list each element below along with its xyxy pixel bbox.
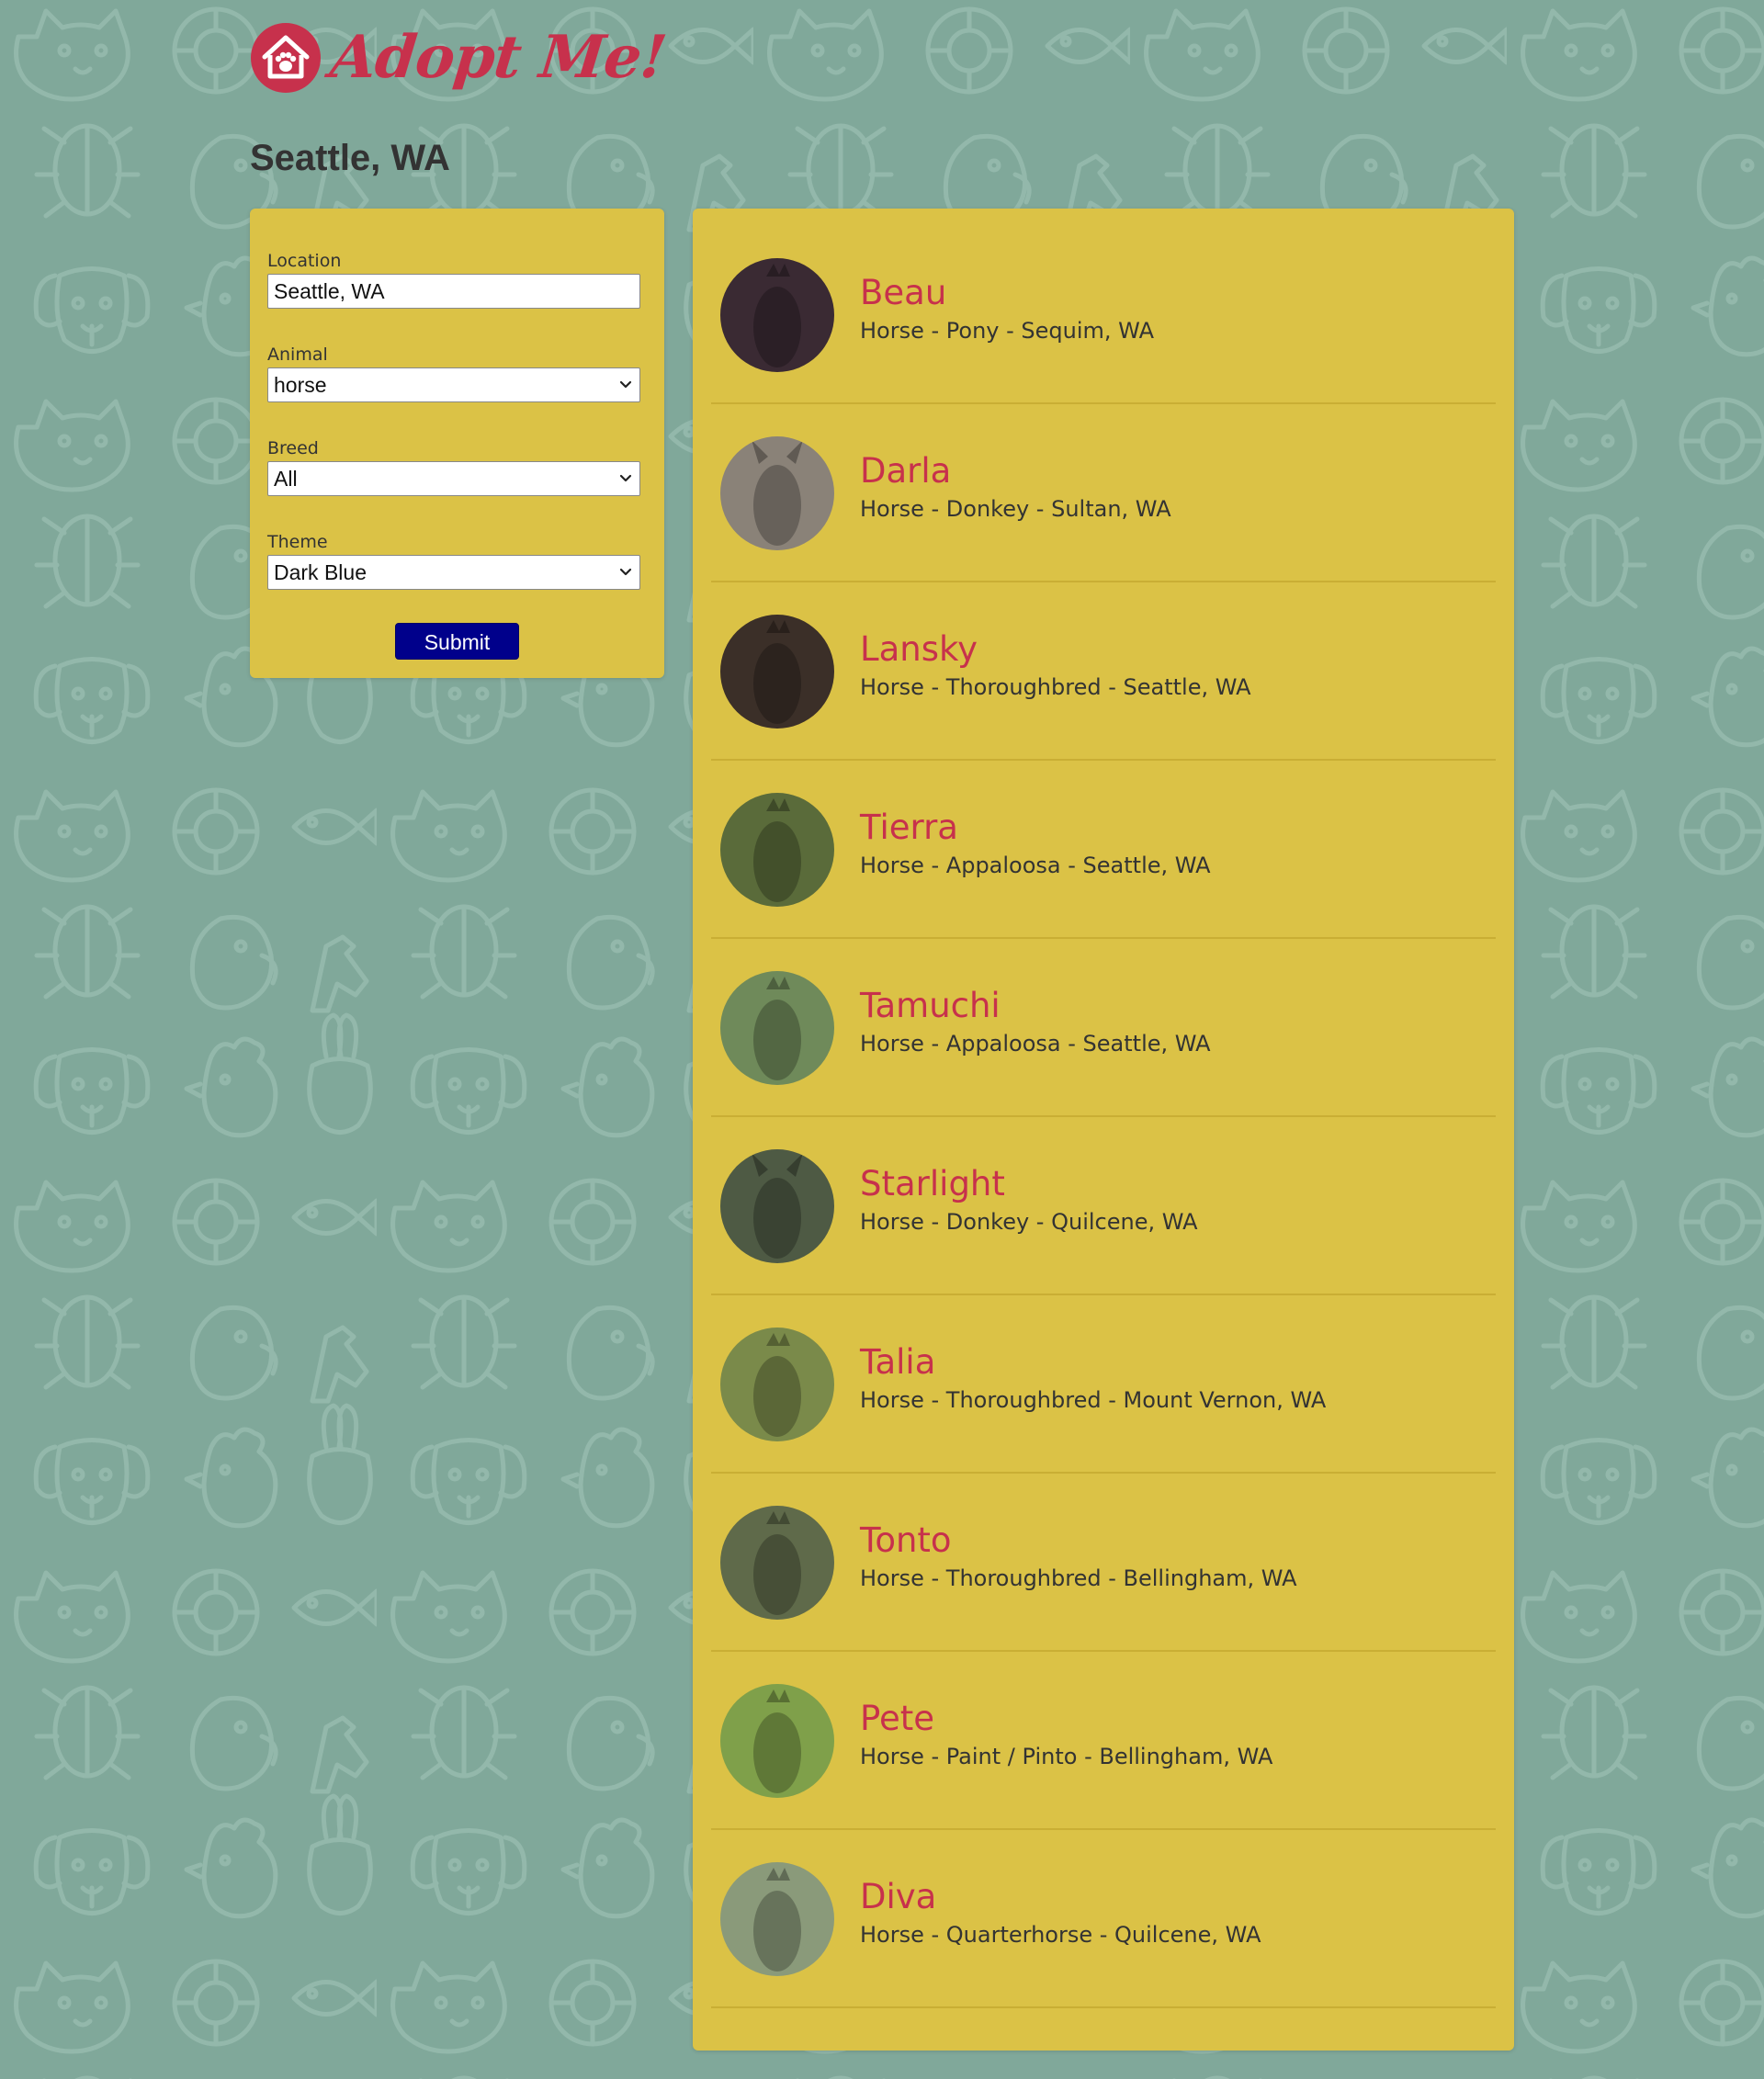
home-paw-icon bbox=[251, 23, 321, 93]
chevron-down-icon bbox=[619, 556, 632, 589]
pet-photo bbox=[720, 257, 834, 372]
pet-details: Horse - Appaloosa - Seattle, WA bbox=[860, 1030, 1211, 1056]
pet-details: Horse - Paint / Pinto - Bellingham, WA bbox=[860, 1743, 1273, 1769]
animal-field: Animal horse bbox=[267, 344, 640, 402]
pet-photo bbox=[720, 1327, 834, 1441]
pet-card[interactable]: Darla Horse - Donkey - Sultan, WA bbox=[711, 405, 1496, 582]
theme-label: Theme bbox=[267, 532, 328, 552]
pet-details: Horse - Quarterhorse - Quilcene, WA bbox=[860, 1921, 1261, 1948]
pet-card[interactable]: Tierra Horse - Appaloosa - Seattle, WA bbox=[711, 762, 1496, 939]
animal-select[interactable]: horse bbox=[267, 367, 640, 402]
adopt-me-logo[interactable]: Adopt Me! bbox=[250, 22, 669, 94]
location-field: Location Seattle, WA bbox=[267, 250, 640, 309]
breed-select[interactable]: All bbox=[267, 461, 640, 496]
pet-name[interactable]: Lansky bbox=[860, 627, 1251, 672]
pet-name[interactable]: Beau bbox=[860, 271, 1154, 315]
pet-card[interactable]: Lansky Horse - Thoroughbred - Seattle, W… bbox=[711, 583, 1496, 761]
pet-photo bbox=[720, 1861, 834, 1976]
pet-name[interactable]: Starlight bbox=[860, 1162, 1198, 1206]
logo-text: Adopt Me! bbox=[327, 23, 670, 92]
pet-details: Horse - Donkey - Quilcene, WA bbox=[860, 1208, 1198, 1235]
pet-results-list: Beau Horse - Pony - Sequim, WA Darla Hor… bbox=[693, 209, 1514, 2051]
chevron-down-icon bbox=[619, 462, 632, 495]
pet-name[interactable]: Tonto bbox=[860, 1519, 1297, 1563]
pet-card[interactable]: Tamuchi Horse - Appaloosa - Seattle, WA bbox=[711, 940, 1496, 1117]
submit-button[interactable]: Submit bbox=[395, 623, 519, 660]
pet-card[interactable]: Tonto Horse - Thoroughbred - Bellingham,… bbox=[711, 1475, 1496, 1652]
animal-label: Animal bbox=[267, 345, 328, 365]
search-form: Location Seattle, WA Animal horse Breed … bbox=[250, 209, 664, 678]
pet-details: Horse - Thoroughbred - Mount Vernon, WA bbox=[860, 1386, 1327, 1413]
location-label: Location bbox=[267, 251, 342, 271]
pet-details: Horse - Appaloosa - Seattle, WA bbox=[860, 852, 1211, 878]
pet-photo bbox=[720, 1505, 834, 1620]
pet-card[interactable]: Talia Horse - Thoroughbred - Mount Verno… bbox=[711, 1296, 1496, 1474]
theme-select[interactable]: Dark Blue bbox=[267, 555, 640, 590]
page-title: Seattle, WA bbox=[250, 138, 450, 178]
pet-name[interactable]: Tierra bbox=[860, 806, 1211, 850]
pet-name[interactable]: Darla bbox=[860, 449, 1171, 493]
pet-photo bbox=[720, 792, 834, 907]
breed-label: Breed bbox=[267, 438, 319, 458]
pet-details: Horse - Donkey - Sultan, WA bbox=[860, 495, 1171, 522]
pet-photo bbox=[720, 970, 834, 1085]
pet-details: Horse - Thoroughbred - Seattle, WA bbox=[860, 673, 1251, 700]
pet-card[interactable]: Starlight Horse - Donkey - Quilcene, WA bbox=[711, 1118, 1496, 1295]
breed-select-value: All bbox=[274, 467, 298, 491]
pet-card[interactable]: Diva Horse - Quarterhorse - Quilcene, WA bbox=[711, 1831, 1496, 2008]
pet-name[interactable]: Talia bbox=[860, 1340, 1326, 1384]
pet-card[interactable]: Beau Horse - Pony - Sequim, WA bbox=[711, 227, 1496, 404]
pet-card[interactable]: Pete Horse - Paint / Pinto - Bellingham,… bbox=[711, 1653, 1496, 1830]
pet-details: Horse - Thoroughbred - Bellingham, WA bbox=[860, 1565, 1297, 1591]
theme-field: Theme Dark Blue bbox=[267, 531, 640, 590]
location-input[interactable]: Seattle, WA bbox=[267, 274, 640, 309]
pet-photo bbox=[720, 435, 834, 550]
pet-photo bbox=[720, 614, 834, 729]
pet-name[interactable]: Pete bbox=[860, 1697, 1272, 1741]
pet-details: Horse - Pony - Sequim, WA bbox=[860, 317, 1155, 344]
animal-select-value: horse bbox=[274, 373, 327, 397]
pet-photo bbox=[720, 1148, 834, 1263]
pet-name[interactable]: Diva bbox=[860, 1875, 1261, 1919]
chevron-down-icon bbox=[619, 368, 632, 401]
breed-field: Breed All bbox=[267, 437, 640, 496]
pet-photo bbox=[720, 1683, 834, 1798]
pet-name[interactable]: Tamuchi bbox=[860, 984, 1211, 1028]
theme-select-value: Dark Blue bbox=[274, 560, 367, 584]
location-input-value: Seattle, WA bbox=[274, 279, 385, 303]
